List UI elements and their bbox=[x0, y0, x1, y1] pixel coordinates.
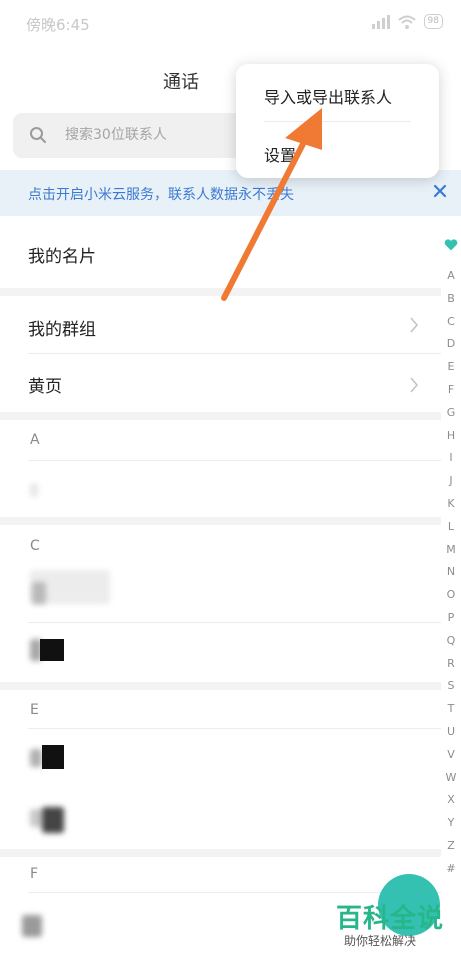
contact-name-blurred bbox=[30, 749, 42, 767]
index-letter[interactable]: E bbox=[441, 360, 461, 373]
signal-icon bbox=[371, 14, 390, 29]
yellow-pages-row[interactable]: 黄页 bbox=[0, 354, 441, 412]
my-groups-row[interactable]: 我的群组 bbox=[0, 296, 441, 354]
index-letter[interactable]: L bbox=[441, 520, 461, 533]
index-letter[interactable]: H bbox=[441, 429, 461, 442]
contact-name-redacted bbox=[42, 745, 64, 769]
index-letter[interactable]: N bbox=[441, 565, 461, 578]
contact-name-redacted bbox=[40, 639, 64, 661]
index-letter[interactable]: S bbox=[441, 679, 461, 692]
index-letter[interactable]: A bbox=[441, 269, 461, 282]
section-header-f: F bbox=[30, 866, 39, 882]
index-letter[interactable]: W bbox=[441, 771, 461, 784]
contact-row[interactable] bbox=[0, 623, 441, 681]
menu-item-settings[interactable]: 设置 bbox=[264, 142, 296, 166]
my-groups-label: 我的群组 bbox=[28, 320, 96, 340]
my-card-label: 我的名片 bbox=[28, 247, 96, 267]
contact-row[interactable] bbox=[0, 461, 441, 517]
contact-avatar-blurred bbox=[30, 483, 38, 497]
index-letter[interactable]: R bbox=[441, 657, 461, 670]
contact-row[interactable] bbox=[0, 729, 441, 787]
contact-name-blurred bbox=[42, 807, 64, 833]
index-letter[interactable]: K bbox=[441, 497, 461, 510]
my-card-row[interactable]: 我的名片 bbox=[0, 216, 441, 288]
index-letter[interactable]: T bbox=[441, 702, 461, 715]
search-icon bbox=[30, 127, 46, 143]
contact-row[interactable] bbox=[0, 560, 441, 622]
tab-calls[interactable]: 通话 bbox=[163, 68, 199, 94]
menu-item-import-export[interactable]: 导入或导出联系人 bbox=[264, 84, 392, 108]
overflow-menu: 导入或导出联系人 设置 bbox=[236, 64, 439, 178]
contact-row[interactable] bbox=[0, 787, 441, 849]
status-bar: 傍晚6:45 98 bbox=[0, 0, 461, 48]
yellow-pages-label: 黄页 bbox=[28, 377, 62, 397]
index-letter[interactable]: C bbox=[441, 315, 461, 328]
contact-name-blurred bbox=[32, 582, 46, 604]
watermark-sub-text: 助你轻松解决 bbox=[344, 934, 417, 948]
index-letter[interactable]: # bbox=[441, 862, 461, 875]
status-time: 傍晚6:45 bbox=[26, 16, 90, 34]
section-gap bbox=[0, 849, 441, 857]
index-letter[interactable]: Y bbox=[441, 816, 461, 829]
chevron-right-icon bbox=[410, 377, 419, 393]
index-letter[interactable]: F bbox=[441, 383, 461, 396]
section-header-c: C bbox=[30, 538, 40, 554]
index-letter[interactable]: I bbox=[441, 451, 461, 464]
index-letter[interactable]: M bbox=[441, 543, 461, 556]
favorites-heart-icon[interactable] bbox=[444, 239, 458, 251]
chevron-right-icon bbox=[410, 317, 419, 333]
index-letter[interactable]: J bbox=[441, 474, 461, 487]
index-letter[interactable]: Z bbox=[441, 839, 461, 852]
close-icon[interactable] bbox=[433, 184, 447, 198]
index-letter[interactable]: B bbox=[441, 292, 461, 305]
index-letter[interactable]: Q bbox=[441, 634, 461, 647]
index-letter[interactable]: D bbox=[441, 337, 461, 350]
menu-divider bbox=[264, 121, 411, 122]
index-letter[interactable]: X bbox=[441, 793, 461, 806]
section-header-a: A bbox=[30, 432, 40, 448]
section-gap bbox=[0, 412, 441, 420]
section-gap bbox=[0, 288, 441, 296]
watermark-main-text: 百科全说 bbox=[336, 904, 445, 934]
wifi-icon bbox=[397, 15, 416, 29]
status-icons: 98 bbox=[370, 14, 443, 29]
section-header-e: E bbox=[30, 702, 39, 718]
banner-text[interactable]: 点击开启小米云服务，联系人数据永不丢失 bbox=[28, 184, 294, 204]
contact-name-blurred bbox=[22, 915, 42, 937]
index-letter[interactable]: O bbox=[441, 588, 461, 601]
battery-icon: 98 bbox=[423, 14, 443, 29]
index-letter[interactable]: G bbox=[441, 406, 461, 419]
index-letter[interactable]: V bbox=[441, 748, 461, 761]
section-gap bbox=[0, 517, 441, 525]
index-letter[interactable]: P bbox=[441, 611, 461, 624]
section-gap bbox=[0, 682, 441, 690]
index-letter[interactable]: U bbox=[441, 725, 461, 738]
